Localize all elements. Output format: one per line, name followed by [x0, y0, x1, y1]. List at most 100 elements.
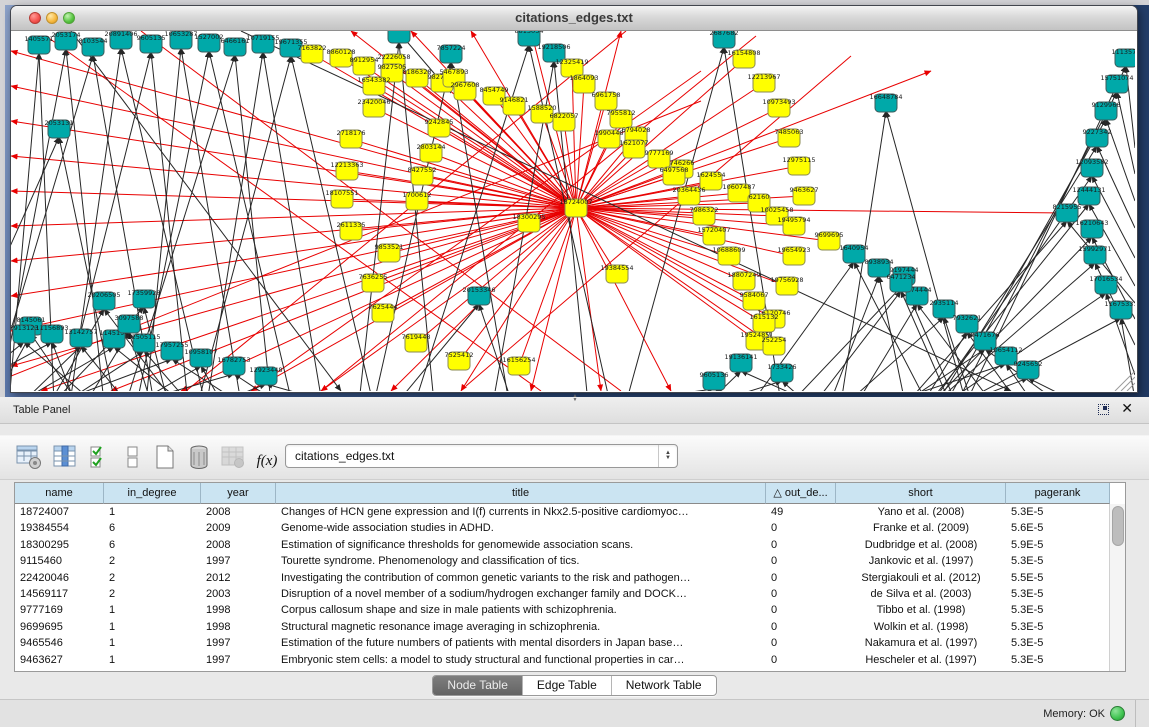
table-row[interactable]: 1938455462009Genome-wide association stu… — [15, 520, 1125, 536]
table-row[interactable]: 1456911722003Disruption of a novel membe… — [15, 586, 1125, 602]
new-table-button[interactable] — [150, 442, 180, 472]
column-header-pagerank[interactable]: pagerank — [1006, 483, 1110, 504]
table-gear-icon — [16, 444, 42, 470]
delete-button[interactable] — [184, 442, 214, 472]
scrollbar-thumb[interactable] — [1112, 506, 1124, 546]
table-row[interactable]: 1830029562008Estimation of significance … — [15, 537, 1125, 553]
cell-name: 22420046 — [15, 570, 104, 586]
network-node-label: 2967608 — [451, 81, 480, 89]
network-node-label: 15720407 — [697, 226, 730, 234]
network-node-label: 6794028 — [622, 126, 651, 134]
cell-title: Estimation of the future numbers of pati… — [276, 635, 766, 651]
table-body: 1872400712008Changes of HCN gene express… — [15, 504, 1125, 668]
network-node-label: 13142757 — [64, 328, 97, 336]
network-node-label: 7932621 — [953, 314, 982, 322]
network-canvas[interactable]: 1405571205317481035442089140696051351065… — [11, 31, 1135, 391]
cell-pagerank: 5.9E-5 — [1006, 537, 1110, 553]
network-node-label: 9777169 — [645, 149, 674, 157]
column-header-title[interactable]: title — [276, 483, 766, 504]
cell-out_degree: 0 — [766, 652, 836, 668]
network-node-label: 19756928 — [770, 276, 803, 284]
select-column-button[interactable] — [50, 442, 80, 472]
cell-pagerank: 5.6E-5 — [1006, 520, 1110, 536]
network-node-label: 1733426 — [768, 363, 797, 371]
network-node-label: 2935114 — [930, 299, 959, 307]
network-node-label: 8860128 — [327, 48, 356, 56]
tab-edge-table[interactable]: Edge Table — [523, 676, 612, 695]
network-node-label: 8813054 — [515, 31, 544, 35]
table-row[interactable]: 946554611997Estimation of the future num… — [15, 635, 1125, 651]
network-node-label: 12975115 — [782, 156, 815, 164]
cell-pagerank: 5.3E-5 — [1006, 652, 1110, 668]
close-panel-button[interactable]: ✕ — [1121, 400, 1133, 417]
cell-pagerank: 5.3E-5 — [1006, 635, 1110, 651]
table-panel-header: ▲▼ Table Panel ✕ — [0, 397, 1149, 424]
network-node-label: 11675331 — [1104, 300, 1135, 308]
network-node-label: 8215955 — [1053, 203, 1082, 211]
network-node-label: 22226058 — [377, 53, 410, 61]
deselect-all-button[interactable] — [118, 442, 148, 472]
network-node-label: 8427552 — [408, 166, 437, 174]
cytoscape-app: citations_edges.txt 14055712053174810354… — [0, 0, 1149, 727]
cell-short: Wolkin et al. (1998) — [836, 619, 1006, 635]
network-node-label: 6497568 — [660, 166, 689, 174]
cell-year: 1997 — [201, 652, 276, 668]
network-node-label: 9699695 — [815, 231, 844, 239]
network-view[interactable]: 1405571205317481035442089140696051351065… — [11, 31, 1135, 391]
table-row[interactable]: 946362711997Embryonic stem cells: a mode… — [15, 652, 1125, 668]
network-window-titlebar[interactable]: citations_edges.txt — [11, 6, 1137, 31]
network-node-label: 2053174 — [52, 31, 81, 39]
cell-year: 1997 — [201, 553, 276, 569]
table-row[interactable]: 1872400712008Changes of HCN gene express… — [15, 504, 1125, 520]
network-window: citations_edges.txt 14055712053174810354… — [10, 5, 1138, 393]
column-header-short[interactable]: short — [836, 483, 1006, 504]
select-all-button[interactable] — [86, 442, 116, 472]
cell-in_degree: 1 — [104, 602, 201, 618]
network-node-label: 1621077 — [620, 139, 649, 147]
network-node[interactable] — [388, 31, 410, 43]
memory-status-indicator[interactable] — [1110, 706, 1125, 721]
cell-in_degree: 2 — [104, 586, 201, 602]
function-builder-button[interactable]: f(x) — [250, 446, 284, 476]
table-row[interactable]: 911546021997Tourette syndrome. Phenomeno… — [15, 553, 1125, 569]
cell-pagerank: 5.5E-5 — [1006, 570, 1110, 586]
network-node-label: 18724007 — [559, 198, 592, 206]
table-scrollbar[interactable] — [1109, 504, 1125, 671]
cell-pagerank: 5.3E-5 — [1006, 504, 1110, 520]
cell-name: 14569117 — [15, 586, 104, 602]
table-row[interactable]: 977716911998Corpus callosum shape and si… — [15, 602, 1125, 618]
network-node-label: 12444131 — [1072, 186, 1105, 194]
network-node-label: 16033809 — [382, 31, 415, 32]
cell-out_degree: 0 — [766, 537, 836, 553]
table-options-button[interactable] — [14, 442, 44, 472]
network-node-label: 2053131 — [45, 119, 74, 127]
network-node-label: 2718176 — [337, 129, 366, 137]
network-node-label: 9463627 — [790, 186, 819, 194]
cell-title: Disruption of a novel member of a sodium… — [276, 586, 766, 602]
network-node-label: 6961758 — [592, 91, 621, 99]
panel-splitter-handle[interactable]: ▲▼ — [568, 394, 582, 402]
tab-network-table[interactable]: Network Table — [612, 676, 716, 695]
network-node-label: 16156254 — [502, 356, 535, 364]
network-node-label: 18807249 — [727, 271, 760, 279]
column-header-year[interactable]: year — [201, 483, 276, 504]
column-header-out_degree[interactable]: △ out_de... — [766, 483, 836, 504]
select-all-icon — [88, 444, 114, 470]
column-header-name[interactable]: name — [15, 483, 104, 504]
float-panel-button[interactable] — [1098, 404, 1109, 415]
network-node-label: 1990448 — [595, 129, 624, 137]
table-row[interactable]: 969969511998Structural magnetic resonanc… — [15, 619, 1125, 635]
table-row[interactable]: 2242004622012Investigating the contribut… — [15, 570, 1125, 586]
cell-pagerank: 5.3E-5 — [1006, 553, 1110, 569]
network-window-title: citations_edges.txt — [11, 10, 1137, 25]
tab-node-table[interactable]: Node Table — [433, 676, 523, 695]
delete-table-button[interactable] — [218, 442, 248, 472]
network-node-label: 8471676 — [971, 331, 1000, 339]
cell-short: Jankovic et al. (1997) — [836, 553, 1006, 569]
network-node-label: 1640954 — [840, 244, 869, 252]
cell-name: 9463627 — [15, 652, 104, 668]
column-header-in_degree[interactable]: in_degree — [104, 483, 201, 504]
network-node-label: 19136141 — [724, 353, 757, 361]
cell-out_degree: 0 — [766, 586, 836, 602]
table-selector-dropdown[interactable]: citations_edges.txt ▲▼ — [285, 444, 678, 468]
